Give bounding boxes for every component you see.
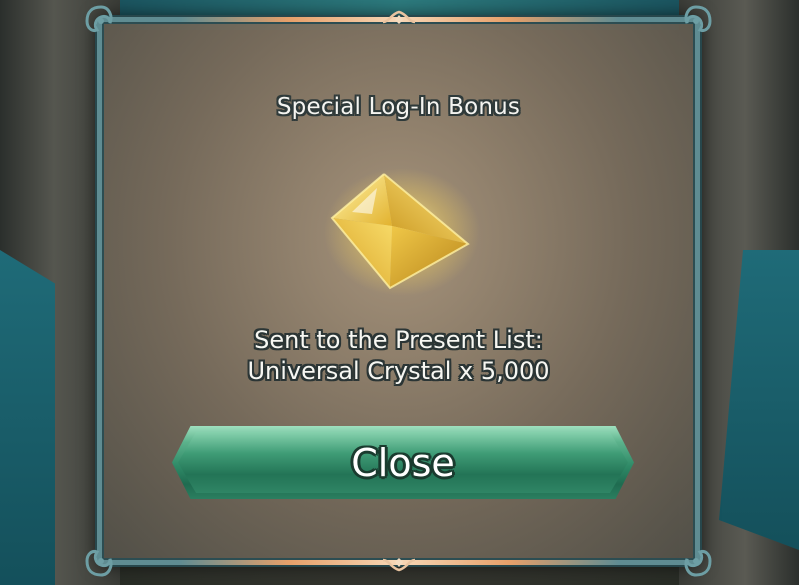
close-button-label: Close — [351, 440, 455, 485]
universal-crystal-icon — [324, 168, 480, 296]
corner-ornament-icon — [684, 550, 712, 577]
reward-message-line: Sent to the Present List: — [254, 326, 543, 354]
frame-ornament-icon — [382, 10, 415, 24]
background-banner-left — [0, 250, 55, 585]
login-bonus-dialog: Special Log-In Bonus Sent to the Present… — [85, 5, 712, 577]
close-button[interactable]: Close — [172, 426, 634, 499]
corner-ornament-icon — [684, 5, 712, 32]
corner-ornament-icon — [85, 550, 113, 577]
game-scene: Special Log-In Bonus Sent to the Present… — [0, 0, 799, 585]
frame-ornament-icon — [382, 558, 415, 572]
corner-ornament-icon — [85, 5, 113, 32]
reward-message-line: Universal Crystal x 5,000 — [247, 357, 550, 385]
reward-message: Sent to the Present List: Universal Crys… — [102, 325, 695, 387]
dialog-title: Special Log-In Bonus — [276, 94, 521, 120]
